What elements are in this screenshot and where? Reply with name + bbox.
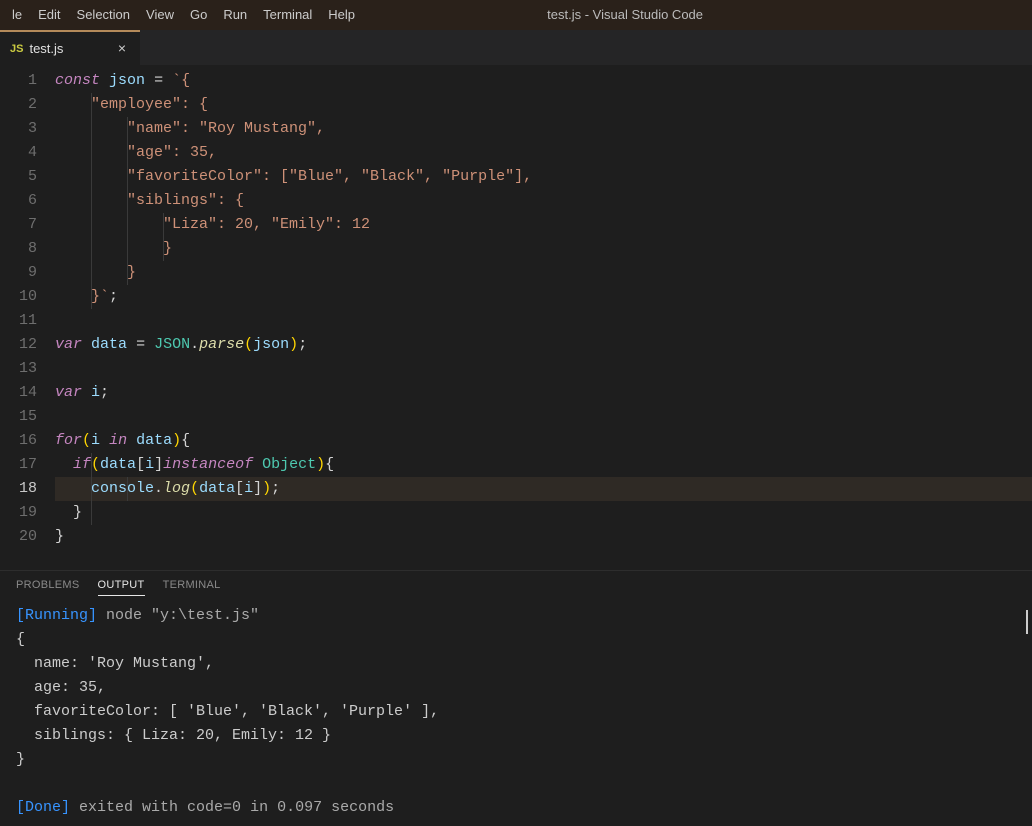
line-number: 16 [0, 429, 37, 453]
code-line[interactable]: "name": "Roy Mustang", [55, 117, 1032, 141]
bottom-panel: PROBLEMS OUTPUT TERMINAL [Running] node "y… [0, 570, 1032, 826]
code-line[interactable]: var i; [55, 381, 1032, 405]
line-number: 14 [0, 381, 37, 405]
code-line[interactable]: "employee": { [55, 93, 1032, 117]
panel-tab-output[interactable]: OUTPUT [98, 579, 145, 596]
panel-tab-terminal[interactable]: TERMINAL [163, 579, 221, 596]
tab-bar: JS test.js × [0, 30, 1032, 65]
menu-item-help[interactable]: Help [320, 0, 363, 30]
code-line[interactable]: "Liza": 20, "Emily": 12 [55, 213, 1032, 237]
line-number: 1 [0, 69, 37, 93]
line-number: 17 [0, 453, 37, 477]
menu-item-le[interactable]: le [4, 0, 30, 30]
panel-tab-problems[interactable]: PROBLEMS [16, 579, 80, 596]
line-number: 10 [0, 285, 37, 309]
line-number: 4 [0, 141, 37, 165]
line-number: 8 [0, 237, 37, 261]
output-done-label: [Done] [16, 799, 70, 816]
line-number: 2 [0, 93, 37, 117]
line-number: 6 [0, 189, 37, 213]
code-line[interactable]: "favoriteColor": ["Blue", "Black", "Purp… [55, 165, 1032, 189]
line-number: 19 [0, 501, 37, 525]
code-line[interactable] [55, 309, 1032, 333]
code-line[interactable]: } [55, 261, 1032, 285]
code-line[interactable]: } [55, 237, 1032, 261]
line-number: 18 [0, 477, 37, 501]
code-editor[interactable]: 1234567891011121314151617181920 const js… [0, 65, 1032, 570]
menu-item-terminal[interactable]: Terminal [255, 0, 320, 30]
tab-test-js[interactable]: JS test.js × [0, 30, 140, 65]
code-line[interactable]: var data = JSON.parse(json); [55, 333, 1032, 357]
line-number-gutter: 1234567891011121314151617181920 [0, 65, 55, 570]
code-line[interactable]: } [55, 525, 1032, 549]
line-number: 5 [0, 165, 37, 189]
menu-item-go[interactable]: Go [182, 0, 215, 30]
window-title: test.js - Visual Studio Code [547, 0, 703, 30]
menu-item-view[interactable]: View [138, 0, 182, 30]
code-line[interactable]: if(data[i]instanceof Object){ [55, 453, 1032, 477]
tab-label: test.js [29, 41, 63, 56]
code-line[interactable]: "age": 35, [55, 141, 1032, 165]
panel-tab-bar: PROBLEMS OUTPUT TERMINAL [0, 571, 1032, 602]
menu-item-edit[interactable]: Edit [30, 0, 68, 30]
line-number: 11 [0, 309, 37, 333]
code-line[interactable] [55, 405, 1032, 429]
output-running-label: [Running] [16, 607, 97, 624]
code-line[interactable]: const json = `{ [55, 69, 1032, 93]
close-icon[interactable]: × [114, 41, 130, 57]
line-number: 7 [0, 213, 37, 237]
code-line[interactable]: } [55, 501, 1032, 525]
line-number: 3 [0, 117, 37, 141]
text-cursor-icon [1026, 610, 1028, 634]
menu-item-run[interactable]: Run [215, 0, 255, 30]
js-file-icon: JS [10, 43, 23, 55]
code-line[interactable]: "siblings": { [55, 189, 1032, 213]
output-terminal[interactable]: [Running] node "y:\test.js" { name: 'Roy… [0, 602, 1032, 826]
code-area[interactable]: const json = `{ "employee": { "name": "R… [55, 65, 1032, 570]
line-number: 12 [0, 333, 37, 357]
code-line[interactable]: console.log(data[i]); [55, 477, 1032, 501]
menu-bar: leEditSelectionViewGoRunTerminalHelp tes… [0, 0, 1032, 30]
code-line[interactable]: for(i in data){ [55, 429, 1032, 453]
code-line[interactable]: }`; [55, 285, 1032, 309]
line-number: 20 [0, 525, 37, 549]
line-number: 9 [0, 261, 37, 285]
line-number: 13 [0, 357, 37, 381]
line-number: 15 [0, 405, 37, 429]
menu-item-selection[interactable]: Selection [69, 0, 138, 30]
code-line[interactable] [55, 357, 1032, 381]
